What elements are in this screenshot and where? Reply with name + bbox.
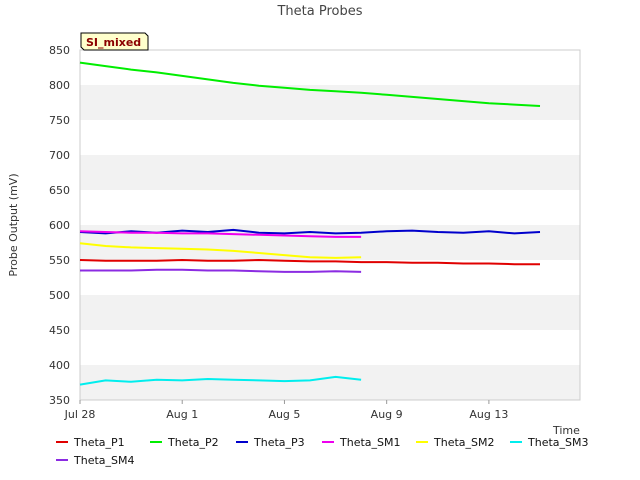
y-tick-label: 550 (49, 254, 70, 267)
y-tick-label: 400 (49, 359, 70, 372)
x-tick-label: Aug 9 (371, 408, 403, 421)
grid-band (80, 365, 580, 400)
legend-label: Theta_P1 (73, 436, 125, 449)
y-tick-label: 650 (49, 184, 70, 197)
badge-label: SI_mixed (86, 36, 141, 49)
legend-label: Theta_SM1 (339, 436, 400, 449)
x-tick-label: Jul 28 (64, 408, 96, 421)
series-line-theta-sm4 (80, 268, 362, 273)
y-tick-label: 500 (49, 289, 70, 302)
x-tick-label: Aug 5 (268, 408, 300, 421)
y-tick-label: 700 (49, 149, 70, 162)
badge: SI_mixed (80, 32, 149, 51)
legend-label: Theta_P3 (253, 436, 305, 449)
grid-band (80, 225, 580, 260)
x-tick-label: Aug 1 (166, 408, 198, 421)
legend-label: Theta_SM3 (527, 436, 588, 449)
grid-band (80, 155, 580, 190)
y-tick-label: 350 (49, 394, 70, 407)
y-tick-label: 800 (49, 79, 70, 92)
legend: Theta_P1 Theta_P2 Theta_P3 Theta_SM1 Theta_S… (56, 436, 588, 467)
x-tick-label: Aug 13 (469, 408, 508, 421)
series-line-theta-p1 (79, 258, 540, 266)
legend-label: Theta_SM4 (73, 454, 134, 467)
legend-label: Theta_P2 (167, 436, 219, 449)
legend-label: Theta_SM2 (433, 436, 494, 449)
y-axis-label: Probe Output (mV) (7, 173, 20, 276)
y-tick-label: 450 (49, 324, 70, 337)
theta-probes-chart: 350 400 450 500 550 600 650 700 750 800 850 Jul 28… (7, 4, 588, 467)
chart-title: Theta Probes (276, 4, 362, 19)
y-tick-label: 600 (49, 219, 70, 232)
y-tick-label: 850 (49, 44, 70, 57)
y-tick-label: 750 (49, 114, 70, 127)
grid-band (80, 295, 580, 330)
